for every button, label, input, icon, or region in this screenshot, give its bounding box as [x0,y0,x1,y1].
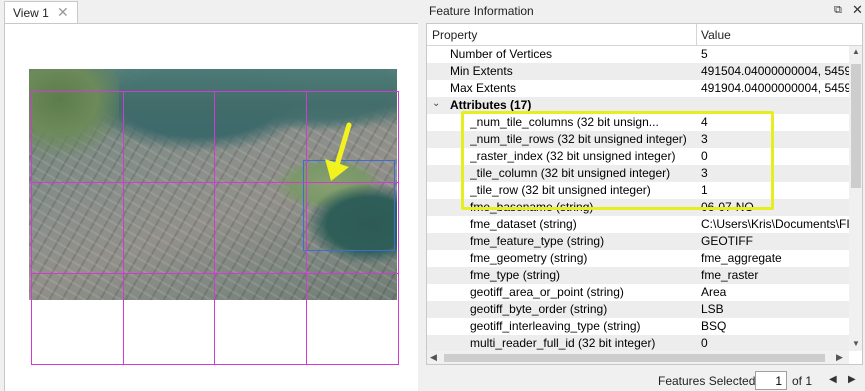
property-cell: multi_reader_full_id (32 bit integer) [470,336,656,350]
table-header: Property Value [427,24,862,46]
scroll-down-icon[interactable]: ▼ [852,339,860,348]
value-cell: 3 [701,132,708,146]
value-cell: GEOTIFF [701,234,753,248]
column-divider[interactable] [696,24,697,46]
value-cell: 4 [701,115,708,129]
property-cell: _raster_index (32 bit unsigned integer) [470,149,676,163]
table-row[interactable]: fme_dataset (string) C:\Users\Kris\Docum… [427,216,849,233]
vertical-scrollbar[interactable]: ▲ ▼ [849,46,862,351]
grid-line [31,91,399,92]
status-bar: Features Selected: 1 of 1 ◀ ▶ [424,370,865,391]
table-row[interactable]: fme_geometry (string) fme_aggregate [427,250,849,267]
table-row[interactable]: _tile_column (32 bit unsigned integer) 3 [427,165,849,182]
column-header-value[interactable]: Value [701,28,731,42]
annotation-arrow-icon [325,122,352,181]
value-cell: fme_raster [701,268,759,282]
property-cell: _tile_row (32 bit unsigned integer) [470,183,651,197]
horizontal-scrollbar[interactable]: ◀ ▶ [427,351,849,364]
table-row[interactable]: _num_tile_columns (32 bit unsign... 4 [427,114,849,131]
property-cell: Number of Vertices [450,47,553,61]
table-row[interactable]: _tile_row (32 bit unsigned integer) 1 [427,182,849,199]
table-row[interactable]: fme_feature_type (string) GEOTIFF [427,233,849,250]
grid-line [398,91,399,365]
grid-line [31,364,399,365]
grid-line [31,273,399,274]
feature-information-panel: Feature Information ⧉ ✕ Property Value N… [424,0,865,391]
table-row[interactable]: multi_reader_full_id (32 bit integer) 0 [427,335,849,351]
property-cell: _num_tile_rows (32 bit unsigned integer) [470,132,687,146]
table-row[interactable]: geotiff_byte_order (string) LSB [427,301,849,318]
table-body: Number of Vertices 5 Min Extents 491504.… [427,46,849,351]
table-row[interactable]: Min Extents 491504.04000000004, 545940 [427,63,849,80]
property-cell: Min Extents [450,64,513,78]
property-cell: _num_tile_columns (32 bit unsign... [470,115,659,129]
property-cell: fme_feature_type (string) [470,234,605,248]
table-row[interactable]: _raster_index (32 bit unsigned integer) … [427,148,849,165]
property-cell: fme_dataset (string) [470,217,577,231]
property-cell: fme_basename (string) [470,200,594,214]
property-cell: fme_geometry (string) [470,251,588,265]
table-row[interactable]: Max Extents 491904.04000000004, 545980 [427,80,849,97]
table-row[interactable]: _num_tile_rows (32 bit unsigned integer)… [427,131,849,148]
table-row[interactable]: geotiff_interleaving_type (string) BSQ [427,318,849,335]
close-panel-icon[interactable]: ✕ [852,2,863,18]
horizontal-scroll-thumb[interactable] [444,354,825,362]
grid-line [214,91,215,365]
property-cell: geotiff_byte_order (string) [470,302,608,316]
grid-line [123,91,124,365]
feature-count-label: of 1 [792,374,813,388]
tab-label: View 1 [13,6,49,20]
selected-feature-input[interactable]: 1 [755,371,787,390]
column-header-property[interactable]: Property [432,28,477,42]
grid-line [31,91,32,365]
property-cell: Max Extents [450,81,517,95]
table-row[interactable]: fme_type (string) fme_raster [427,267,849,284]
panel-title-bar: Feature Information ⧉ ✕ [424,0,865,23]
value-cell: BSQ [701,319,727,333]
float-panel-icon[interactable]: ⧉ [834,4,842,17]
feature-info-table: Property Value Number of Vertices 5 Min … [426,23,863,365]
property-cell: geotiff_area_or_point (string) [470,285,624,299]
property-cell: geotiff_interleaving_type (string) [470,319,641,333]
value-cell: C:\Users\Kris\Documents\FI [701,217,849,231]
grid-line [306,91,307,365]
panel-title: Feature Information [429,4,534,18]
vertical-scroll-thumb[interactable] [851,64,861,188]
property-cell: fme_type (string) [470,268,561,282]
value-cell: fme_aggregate [701,251,782,265]
close-icon[interactable]: ✕ [57,4,69,21]
value-cell: 491504.04000000004, 545940 [701,64,849,78]
view-pane: View 1 ✕ [0,0,418,391]
previous-feature-icon[interactable]: ◀ [829,374,837,385]
next-feature-icon[interactable]: ▶ [848,374,856,385]
features-selected-label: Features Selected: [658,374,759,388]
value-cell: 491904.04000000004, 545980 [701,81,849,95]
value-cell: 06-07-NO [701,200,754,214]
value-cell: 5 [701,47,708,61]
table-row[interactable]: Number of Vertices 5 [427,46,849,63]
scroll-left-icon[interactable]: ◀ [430,352,437,363]
value-cell: 0 [701,336,708,350]
table-row[interactable]: geotiff_area_or_point (string) Area [427,284,849,301]
scroll-right-icon[interactable]: ▶ [836,352,843,363]
table-row[interactable]: fme_basename (string) 06-07-NO [427,199,849,216]
value-cell: 0 [701,149,708,163]
tab-view-1[interactable]: View 1 ✕ [4,1,78,23]
value-cell: 3 [701,166,708,180]
value-cell: LSB [701,302,724,316]
value-cell: Area [701,285,727,299]
scroll-up-icon[interactable]: ▲ [852,47,860,56]
section-label: Attributes (17) [450,98,532,112]
attributes-section-row[interactable]: ⌄ Attributes (17) [427,97,849,114]
collapse-caret-icon[interactable]: ⌄ [432,98,440,109]
value-cell: 1 [701,183,708,197]
map-canvas[interactable] [4,23,418,391]
property-cell: _tile_column (32 bit unsigned integer) [470,166,671,180]
